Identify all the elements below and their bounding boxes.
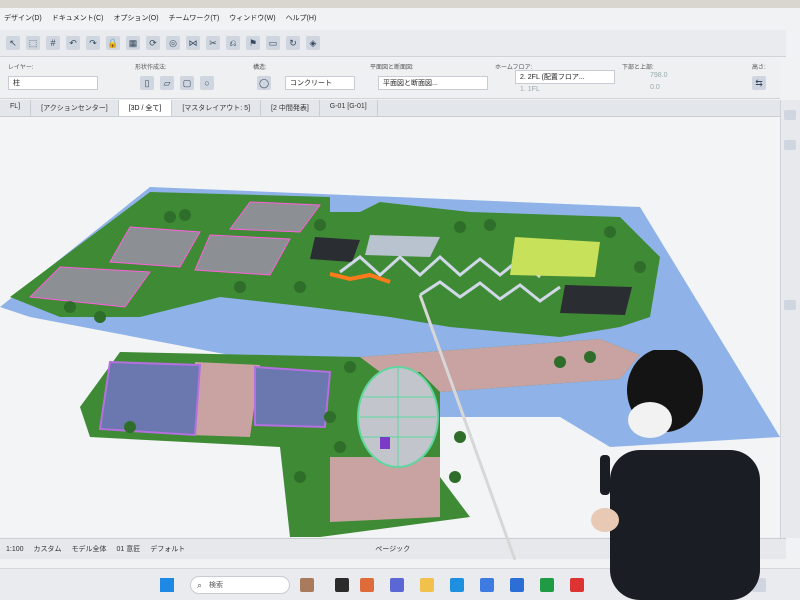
tab-action-center[interactable]: [アクションセンター] [31, 100, 119, 116]
pink-path [330, 457, 440, 522]
view-icon[interactable]: ◎ [166, 36, 180, 50]
model-field[interactable]: モデル全体 [72, 544, 107, 554]
edge-icon[interactable] [450, 578, 464, 592]
top-bottom-label: 下部と上部: [622, 65, 654, 71]
undo-icon[interactable]: ↶ [66, 36, 80, 50]
structure-field[interactable]: コンクリート [285, 76, 355, 90]
copilot-icon[interactable] [360, 578, 374, 592]
tab-midterm[interactable]: [2 中間発表] [261, 100, 320, 116]
projector-edge [0, 0, 800, 8]
page-field[interactable]: ページック [375, 544, 410, 554]
scroll-handle-icon[interactable] [784, 300, 796, 310]
pink-court [190, 362, 260, 437]
column-slant-icon[interactable]: ▱ [160, 76, 174, 90]
search-icon: ⌕ [197, 580, 203, 590]
anchor-label: 高さ: [752, 65, 766, 71]
greenhouse-purple-bed [380, 437, 390, 449]
central-glass-block [365, 235, 440, 257]
flag-icon[interactable]: ⚑ [246, 36, 260, 50]
bottom-value: 0.0 [650, 84, 660, 91]
column-ortho-icon[interactable]: ▢ [180, 76, 194, 90]
tab-floor[interactable]: FL] [0, 100, 32, 116]
main-toolbar: ↖ ⬚ # ↶ ↷ 🔒 ▦ ⟳ ◎ ⋈ ✂ ⎌ ⚑ ▭ ↻ ◈ [0, 30, 786, 57]
layer-field[interactable]: 柱 [8, 76, 98, 90]
structure-circle-icon[interactable]: ◯ [257, 76, 271, 90]
home-story-field[interactable]: 2. 2FL (配置フロア... [515, 70, 615, 84]
orbit-icon[interactable]: ⟳ [146, 36, 160, 50]
store-icon[interactable] [480, 578, 494, 592]
scale-field[interactable]: 1:100 [6, 546, 24, 553]
layer-icon[interactable]: ▦ [126, 36, 140, 50]
menu-help[interactable]: ヘルプ(H) [286, 13, 317, 23]
projected-screen: デザイン(D) ドキュメント(C) オプション(O) チームワーク(T) ウィン… [0, 0, 800, 600]
menu-bar: デザイン(D) ドキュメント(C) オプション(O) チームワーク(T) ウィン… [0, 10, 784, 26]
structure-label: 構造: [253, 65, 267, 71]
tab-3d-all[interactable]: [3D / 全て] [118, 100, 173, 116]
menu-teamwork[interactable]: チームワーク(T) [169, 13, 220, 23]
home-sub: 1. 1FL [520, 86, 540, 93]
trim-icon[interactable]: ✂ [206, 36, 220, 50]
render-icon[interactable]: ◈ [306, 36, 320, 50]
arrow-tool-icon[interactable]: ↖ [6, 36, 20, 50]
terminal-icon[interactable] [335, 578, 349, 592]
select-tool-icon[interactable]: ⬚ [26, 36, 40, 50]
status-bar: 1:100 カスタム モデル全体 01 意匠 デフォルト ページック [0, 538, 786, 559]
panel-toggle-icon[interactable] [784, 110, 796, 120]
menu-options[interactable]: オプション(O) [113, 13, 158, 23]
redo-icon[interactable]: ↷ [86, 36, 100, 50]
view-tabs: FL] [アクションセンター] [3D / 全て] [マスタレイアウト: 5] … [0, 100, 780, 117]
taskbar-search[interactable]: ⌕ 検索 [190, 576, 290, 594]
app-icon[interactable] [570, 578, 584, 592]
navigator-icon[interactable] [784, 140, 796, 150]
mirror-icon[interactable]: ⎌ [226, 36, 240, 50]
folder-icon[interactable] [420, 578, 434, 592]
column-circle-icon[interactable]: ○ [200, 76, 214, 90]
refresh-icon[interactable]: ↻ [286, 36, 300, 50]
info-box: レイヤー: 柱 形状作成法: ▯ ▱ ▢ ○ 構造: ◯ コンクリート 平面図と… [0, 58, 780, 99]
dark-building-2 [560, 285, 632, 315]
menu-window[interactable]: ウィンドウ(W) [229, 13, 275, 23]
pond-1 [98, 360, 202, 437]
pond-2 [254, 365, 332, 429]
volume-icon[interactable] [752, 578, 766, 592]
column-rect-icon[interactable]: ▯ [140, 76, 154, 90]
default-field[interactable]: デフォルト [150, 544, 185, 554]
3d-viewport[interactable] [0, 117, 780, 537]
wifi-icon[interactable] [725, 578, 739, 592]
outlook-icon[interactable] [510, 578, 524, 592]
view-field[interactable]: 01 意匠 [117, 544, 141, 554]
tab-master-layout[interactable]: [マスタレイアウト: 5] [172, 100, 262, 116]
right-sidebar [780, 100, 800, 538]
dark-building-1 [310, 237, 360, 262]
window-icon[interactable]: ▭ [266, 36, 280, 50]
top-value: 798.0 [650, 72, 668, 79]
floorplan-field[interactable]: 平面図と断面図... [378, 76, 488, 90]
fit-field[interactable]: カスタム [34, 544, 62, 554]
lime-garden [510, 237, 600, 277]
taskbar: ⌕ 検索 [0, 568, 800, 600]
menu-design[interactable]: デザイン(D) [4, 13, 42, 23]
anchor-icon[interactable]: ⇆ [752, 76, 766, 90]
xbox-icon[interactable] [540, 578, 554, 592]
teams-icon[interactable] [390, 578, 404, 592]
lock-icon[interactable]: 🔒 [106, 36, 120, 50]
menu-document[interactable]: ドキュメント(C) [52, 13, 104, 23]
search-placeholder: 検索 [209, 582, 223, 589]
tab-g01[interactable]: G-01 [G-01] [320, 100, 378, 116]
start-icon[interactable] [160, 578, 174, 592]
grid-icon[interactable]: # [46, 36, 60, 50]
layer-label: レイヤー: [8, 65, 34, 71]
site-model [0, 187, 780, 537]
floorplan-label: 平面図と断面図: [370, 65, 414, 71]
geometry-label: 形状作成法: [135, 65, 167, 71]
widget-icon[interactable] [300, 578, 314, 592]
section-icon[interactable]: ⋈ [186, 36, 200, 50]
